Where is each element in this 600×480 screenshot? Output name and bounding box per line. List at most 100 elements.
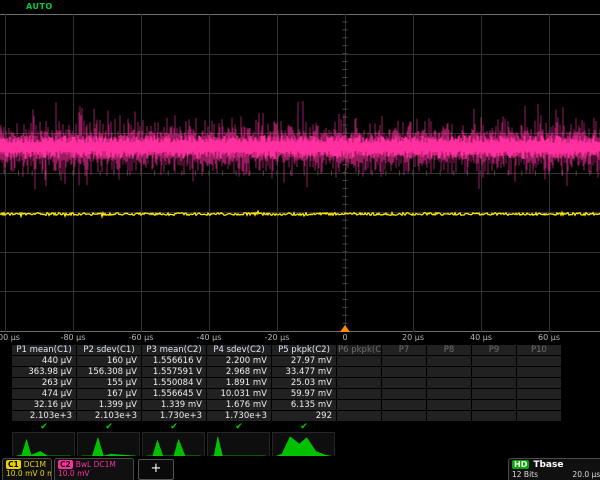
waveform-layer xyxy=(0,14,600,332)
measure-cell: 263 µV xyxy=(12,378,76,388)
c2-coupling: BwL DC1M xyxy=(76,460,116,469)
measure-cell xyxy=(517,411,561,421)
measure-cell xyxy=(517,356,561,366)
measure-cell xyxy=(472,411,516,421)
oscilloscope-screen: AUTO -100 µs-80 µs-60 µs-40 µs-20 µs020 … xyxy=(0,0,600,480)
measure-cell: 2.103e+3 xyxy=(12,411,76,421)
status-check-icon: ✔ xyxy=(12,422,76,432)
hd-mode-badge: HD xyxy=(512,460,529,469)
measure-cell xyxy=(517,400,561,410)
measure-cell: 1.399 µV xyxy=(77,400,141,410)
measure-cell: 33.477 mV xyxy=(272,367,336,377)
measure-cell xyxy=(337,389,381,399)
measure-cell: 25.03 mV xyxy=(272,378,336,388)
add-trace-button[interactable]: + xyxy=(138,459,174,480)
timebase-bits: 12 Bits xyxy=(512,470,538,479)
histogram-shape-icon xyxy=(146,439,200,456)
time-label: 20 µs xyxy=(402,333,424,342)
measure-cell xyxy=(427,378,471,388)
measure-cell: 1.557591 V xyxy=(142,367,206,377)
measure-cell: 1.550084 V xyxy=(142,378,206,388)
measure-table: P1 mean(C1)P2 sdev(C1)P3 mean(C2)P4 sdev… xyxy=(12,345,562,433)
measure-cell: 1.339 mV xyxy=(142,400,206,410)
status-check-icon: ✔ xyxy=(142,422,206,432)
measure-cell xyxy=(427,411,471,421)
c1-trace[interactable] xyxy=(0,211,600,216)
measure-cell xyxy=(382,400,426,410)
param-header-p7[interactable]: P7 xyxy=(382,345,426,355)
param-header-p4[interactable]: P4 sdev(C2) xyxy=(207,345,271,355)
timebase-scale: 20.0 µs/div xyxy=(572,470,600,479)
measure-cell xyxy=(427,356,471,366)
c1-coupling: DC1M xyxy=(24,460,46,469)
time-label: 0 xyxy=(342,333,347,342)
measure-cell xyxy=(337,411,381,421)
param-header-p2[interactable]: P2 sdev(C1) xyxy=(77,345,141,355)
measure-cell xyxy=(517,378,561,388)
c2-channel-label: C2 xyxy=(58,460,73,469)
histicon-p3[interactable] xyxy=(142,432,205,457)
timebase-label: Tbase xyxy=(533,460,563,470)
c1-offset: 0 mV xyxy=(40,469,52,478)
param-header-p6[interactable]: P6 pkpk(C5) xyxy=(337,345,381,355)
bottom-descriptor-bar: C1DC1M 10.0 mV 0 mV C2BwL DC1M 10.0 mV +… xyxy=(0,456,600,480)
measure-cell xyxy=(382,411,426,421)
measure-cell: 160 µV xyxy=(77,356,141,366)
top-status-bar: AUTO xyxy=(0,0,600,13)
time-label: 40 µs xyxy=(470,333,492,342)
histicon-row xyxy=(0,432,600,457)
measure-cell: 292 xyxy=(272,411,336,421)
measure-cell: 2.103e+3 xyxy=(77,411,141,421)
param-header-p5[interactable]: P5 pkpk(C2) xyxy=(272,345,336,355)
measure-cell xyxy=(427,389,471,399)
measure-cell xyxy=(337,356,381,366)
status-check-icon: ✔ xyxy=(207,422,271,432)
histicon-p5[interactable] xyxy=(272,432,335,457)
measure-cell: 1.556645 V xyxy=(142,389,206,399)
measure-cell xyxy=(472,389,516,399)
param-header-p9[interactable]: P9 xyxy=(472,345,516,355)
histicon-p1[interactable] xyxy=(12,432,75,457)
time-label: -100 µs xyxy=(0,333,20,342)
c1-vertical-scale: 10.0 mV xyxy=(6,469,38,478)
waveform-display-area xyxy=(0,14,600,332)
measure-cell xyxy=(472,367,516,377)
param-header-p1[interactable]: P1 mean(C1) xyxy=(12,345,76,355)
time-label: 60 µs xyxy=(538,333,560,342)
measure-cell: 1.556616 V xyxy=(142,356,206,366)
measure-cell: 2.200 mV xyxy=(207,356,271,366)
measure-cell xyxy=(472,400,516,410)
measure-cell: 156.308 µV xyxy=(77,367,141,377)
measure-cell xyxy=(337,400,381,410)
measure-cell: 363.98 µV xyxy=(12,367,76,377)
measure-cell xyxy=(427,400,471,410)
param-header-p8[interactable]: P8 xyxy=(427,345,471,355)
measure-cell xyxy=(472,356,516,366)
time-axis: -100 µs-80 µs-60 µs-40 µs-20 µs020 µs40 … xyxy=(0,333,600,344)
c1-descriptor-box[interactable]: C1DC1M 10.0 mV 0 mV xyxy=(2,458,52,480)
histicon-p4[interactable] xyxy=(207,432,270,457)
histicon-p2[interactable] xyxy=(77,432,140,457)
histogram-shape-icon xyxy=(211,437,265,456)
c2-descriptor-box[interactable]: C2BwL DC1M 10.0 mV xyxy=(54,458,134,480)
measure-cell: 440 µV xyxy=(12,356,76,366)
measure-cell: 167 µV xyxy=(77,389,141,399)
time-label: -40 µs xyxy=(197,333,222,342)
measure-cell xyxy=(382,378,426,388)
param-header-p3[interactable]: P3 mean(C2) xyxy=(142,345,206,355)
c1-channel-label: C1 xyxy=(6,460,21,469)
measure-cell: 1.891 mV xyxy=(207,378,271,388)
status-check-icon: ✔ xyxy=(77,422,141,432)
measure-cell xyxy=(427,367,471,377)
trigger-position-marker[interactable] xyxy=(340,325,350,332)
histogram-shape-icon xyxy=(276,437,330,456)
measure-cell xyxy=(337,378,381,388)
histogram-shape-icon xyxy=(16,439,70,456)
param-header-p10[interactable]: P10 xyxy=(517,345,561,355)
measure-cell: 6.135 mV xyxy=(272,400,336,410)
timebase-descriptor-box[interactable]: HD Tbase 12 Bits 20.0 µs/div xyxy=(508,458,600,480)
time-label: -60 µs xyxy=(129,333,154,342)
measure-cell xyxy=(382,389,426,399)
trigger-mode-indicator: AUTO xyxy=(26,2,53,11)
measure-cell: 32.16 µV xyxy=(12,400,76,410)
